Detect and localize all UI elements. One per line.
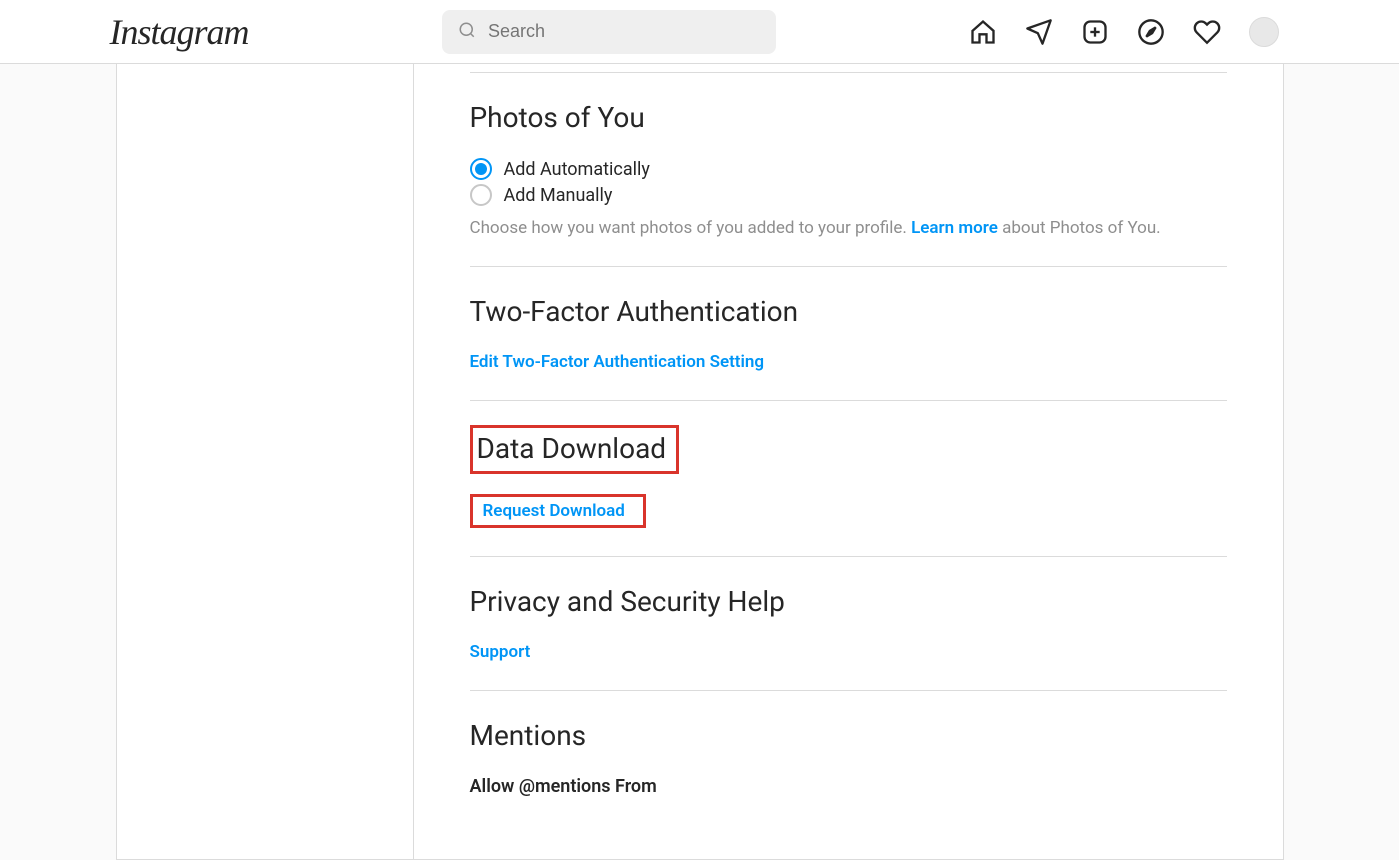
section-mentions: Mentions Allow @mentions From [470, 691, 1227, 825]
section-title: Photos of You [470, 101, 1227, 134]
activity-icon[interactable] [1193, 18, 1221, 46]
section-title: Privacy and Security Help [470, 585, 1227, 618]
highlight-box: Request Download [470, 494, 646, 528]
radio-icon [470, 184, 492, 206]
support-link[interactable]: Support [470, 642, 531, 662]
highlight-box: Data Download [470, 425, 680, 474]
search-box[interactable] [442, 10, 776, 54]
mentions-subheading: Allow @mentions From [470, 776, 1227, 797]
section-photos-of-you: Photos of You Add Automatically Add Manu… [470, 72, 1227, 267]
request-download-link[interactable]: Request Download [483, 501, 625, 521]
profile-avatar[interactable] [1249, 17, 1279, 47]
radio-add-automatically[interactable]: Add Automatically [470, 158, 1227, 180]
settings-sidebar [117, 64, 414, 859]
messages-icon[interactable] [1025, 18, 1053, 46]
settings-content: Photos of You Add Automatically Add Manu… [414, 64, 1283, 859]
help-post: about Photos of You. [998, 218, 1161, 238]
radio-label: Add Automatically [504, 159, 650, 180]
section-two-factor: Two-Factor Authentication Edit Two-Facto… [470, 267, 1227, 401]
new-post-icon[interactable] [1081, 18, 1109, 46]
radio-icon [470, 158, 492, 180]
learn-more-link[interactable]: Learn more [911, 218, 998, 238]
section-title: Mentions [470, 719, 1227, 752]
radio-add-manually[interactable]: Add Manually [470, 184, 1227, 206]
top-header: Instagram [0, 0, 1399, 64]
section-title: Data Download [473, 432, 667, 465]
settings-container: Photos of You Add Automatically Add Manu… [116, 64, 1284, 860]
radio-label: Add Manually [504, 185, 613, 206]
nav-icons [969, 17, 1339, 47]
edit-2fa-link[interactable]: Edit Two-Factor Authentication Setting [470, 352, 765, 372]
explore-icon[interactable] [1137, 18, 1165, 46]
help-text: Choose how you want photos of you added … [470, 218, 1227, 238]
search-input[interactable] [488, 21, 760, 42]
section-data-download: Data Download Request Download [470, 401, 1227, 557]
instagram-logo[interactable]: Instagram [60, 11, 249, 53]
home-icon[interactable] [969, 18, 997, 46]
help-pre: Choose how you want photos of you added … [470, 218, 912, 238]
search-icon [458, 21, 476, 43]
section-privacy-help: Privacy and Security Help Support [470, 557, 1227, 691]
section-title: Two-Factor Authentication [470, 295, 1227, 328]
